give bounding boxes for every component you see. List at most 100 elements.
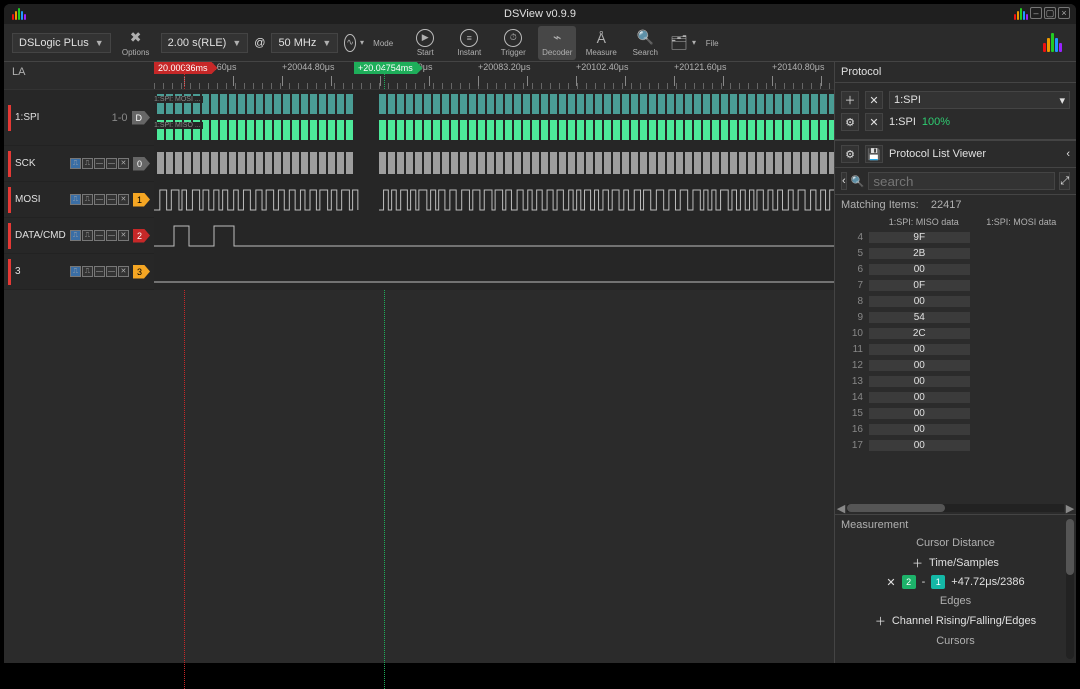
table-row[interactable]: 1300 — [835, 373, 1076, 389]
play-icon: ▶ — [416, 29, 434, 47]
trigger-icon: ⏱ — [504, 29, 522, 47]
decoder-icon: ⌁ — [547, 29, 567, 47]
instant-button[interactable]: ≡ Instant — [450, 26, 488, 60]
measurement-title: Measurement — [841, 519, 1070, 531]
remove-decoder-button[interactable]: ✕ — [865, 91, 883, 109]
matching-label: Matching Items: — [841, 199, 919, 211]
channel-row: DATA/CMD ⎍⎍ —— ✕ 2 — [4, 218, 834, 254]
channel-label[interactable]: DATA/CMD ⎍⎍ —— ✕ 2 — [4, 218, 154, 254]
channel-label[interactable]: SCK ⎍⎍ —— ✕ 0 — [4, 146, 154, 182]
ruler-tick: +20102.40μs — [576, 62, 628, 72]
app-window: DSView v0.9.9 – ▢ × DSLogic PLus▼ ✖ Opti… — [4, 4, 1076, 663]
ruler-tick: +20083.20μs — [478, 62, 530, 72]
ruler-tick: +20140.80μs — [772, 62, 824, 72]
at-label: @ — [254, 37, 265, 49]
table-row[interactable]: 1400 — [835, 389, 1076, 405]
cursor-chip-1[interactable]: 1 — [931, 575, 945, 589]
add-icon[interactable]: ＋ — [912, 555, 923, 571]
table-row[interactable]: 102C — [835, 325, 1076, 341]
decoder-select[interactable]: 1:SPI▾ — [889, 91, 1070, 109]
plv-search-input[interactable] — [868, 172, 1055, 190]
decoder-delete-button[interactable]: ✕ — [865, 113, 883, 131]
channel-row: MOSI ⎍⎍ —— ✕ 1 — [4, 182, 834, 218]
channel-row: 3 ⎍⎍ —— ✕ 3 — [4, 254, 834, 290]
table-row[interactable]: 1600 — [835, 421, 1076, 437]
plv-expand-button[interactable]: ⤢ — [1059, 172, 1070, 190]
table-row[interactable]: 800 — [835, 293, 1076, 309]
ruler-tick: +20121.60μs — [674, 62, 726, 72]
plv-back-button[interactable]: ‹ — [841, 172, 847, 190]
protocol-header: Protocol — [835, 62, 1076, 83]
decoder-progress: 100% — [922, 116, 950, 128]
start-button[interactable]: ▶ Start — [406, 26, 444, 60]
waveform-track[interactable] — [154, 146, 834, 182]
add-decoder-button[interactable]: ＋ — [841, 91, 859, 109]
plv-settings-button[interactable]: ⚙ — [841, 145, 859, 163]
cursor-1-tag[interactable]: 20.00036ms × — [154, 62, 218, 74]
waveform-track[interactable] — [154, 218, 834, 254]
channel-label[interactable]: MOSI ⎍⎍ —— ✕ 1 — [4, 182, 154, 218]
folder-icon: 🗂 — [670, 34, 688, 52]
maximize-button[interactable]: ▢ — [1044, 7, 1056, 19]
minimize-button[interactable]: – — [1030, 7, 1042, 19]
channel-row: 1:SPI1-0D1:SPI: MOSI ... 1:SPI: MISO ... — [4, 90, 834, 146]
remove-icon[interactable]: ✕ — [886, 576, 895, 589]
decoder-name: 1:SPI — [889, 116, 916, 128]
plv-table[interactable]: 49F52B60070F800954102C110012001300140015… — [835, 229, 1076, 502]
rate-selector[interactable]: 50 MHz▼ — [271, 33, 338, 53]
options-button[interactable]: ✖ Options — [117, 26, 155, 60]
mode-icon: ∿ — [344, 34, 356, 52]
measurement-scroll[interactable] — [1066, 519, 1074, 659]
channel-label[interactable]: 1:SPI1-0D — [4, 90, 154, 146]
protocol-list-viewer: ⚙ 💾 Protocol List Viewer ‹ ‹ 🔍 ⤢ Matchin… — [835, 140, 1076, 514]
waveform-view[interactable]: LA +20025.60μs+20044.80μs+20064.00μs+200… — [4, 62, 834, 663]
plv-save-button[interactable]: 💾 — [865, 145, 883, 163]
decode-row-label: 1:SPI: MISO ... — [154, 122, 203, 129]
waveform-track[interactable] — [154, 182, 834, 218]
table-row[interactable]: 1700 — [835, 437, 1076, 453]
file-button[interactable]: 🗂 ▾ File — [670, 26, 726, 60]
search-icon: 🔍 — [635, 29, 655, 47]
window-title: DSView v0.9.9 — [504, 8, 576, 20]
table-row[interactable]: 49F — [835, 229, 1076, 245]
ruler-tick: +20044.80μs — [282, 62, 334, 72]
table-row[interactable]: 1200 — [835, 357, 1076, 373]
channel-label[interactable]: 3 ⎍⎍ —— ✕ 3 — [4, 254, 154, 290]
mode-button[interactable]: ∿ ▾ Mode — [344, 26, 400, 60]
search-button[interactable]: 🔍 Search — [626, 26, 664, 60]
cursor-chip-2[interactable]: 2 — [902, 575, 916, 589]
table-row[interactable]: 1500 — [835, 405, 1076, 421]
decoder-button[interactable]: ⌁ Decoder — [538, 26, 576, 60]
brand-logo — [1043, 33, 1068, 52]
measure-button[interactable]: Å Measure — [582, 26, 620, 60]
toolbar: DSLogic PLus▼ ✖ Options 2.00 s(RLE)▼ @ 5… — [4, 24, 1076, 62]
search-icon: 🔍 — [851, 175, 865, 188]
device-selector[interactable]: DSLogic PLus▼ — [12, 33, 111, 53]
waveform-track[interactable] — [154, 254, 834, 290]
cursor-distance-label: Cursor Distance — [841, 537, 1070, 549]
table-row[interactable]: 52B — [835, 245, 1076, 261]
add-icon[interactable]: ＋ — [875, 613, 886, 629]
table-row[interactable]: 954 — [835, 309, 1076, 325]
duration-selector[interactable]: 2.00 s(RLE)▼ — [161, 33, 249, 53]
decode-row-label: 1:SPI: MOSI ... — [154, 96, 203, 103]
table-row[interactable]: 1100 — [835, 341, 1076, 357]
waveform-track[interactable]: 1:SPI: MOSI ... 1:SPI: MISO ... — [154, 90, 834, 146]
time-samples-label: Time/Samples — [929, 557, 999, 569]
decoder-settings-button[interactable]: ⚙ — [841, 113, 859, 131]
close-button[interactable]: × — [1058, 7, 1070, 19]
bolt-icon: ≡ — [460, 29, 478, 47]
chevron-left-icon[interactable]: ‹ — [1066, 148, 1070, 160]
titlebar[interactable]: DSView v0.9.9 – ▢ × — [4, 4, 1076, 24]
column-mosi[interactable]: 1:SPI: MOSI data — [973, 217, 1071, 227]
measure-icon: Å — [591, 29, 611, 47]
table-row[interactable]: 600 — [835, 261, 1076, 277]
time-ruler[interactable]: LA +20025.60μs+20044.80μs+20064.00μs+200… — [4, 62, 834, 90]
matching-count: 22417 — [931, 199, 962, 211]
plv-hscroll[interactable]: ◀ ▶ — [835, 502, 1076, 514]
table-row[interactable]: 70F — [835, 277, 1076, 293]
column-miso[interactable]: 1:SPI: MISO data — [875, 217, 973, 227]
trigger-button[interactable]: ⏱ Trigger — [494, 26, 532, 60]
cursors-label: Cursors — [841, 635, 1070, 647]
cursor-2-tag[interactable]: +20.04754ms × — [354, 62, 423, 74]
